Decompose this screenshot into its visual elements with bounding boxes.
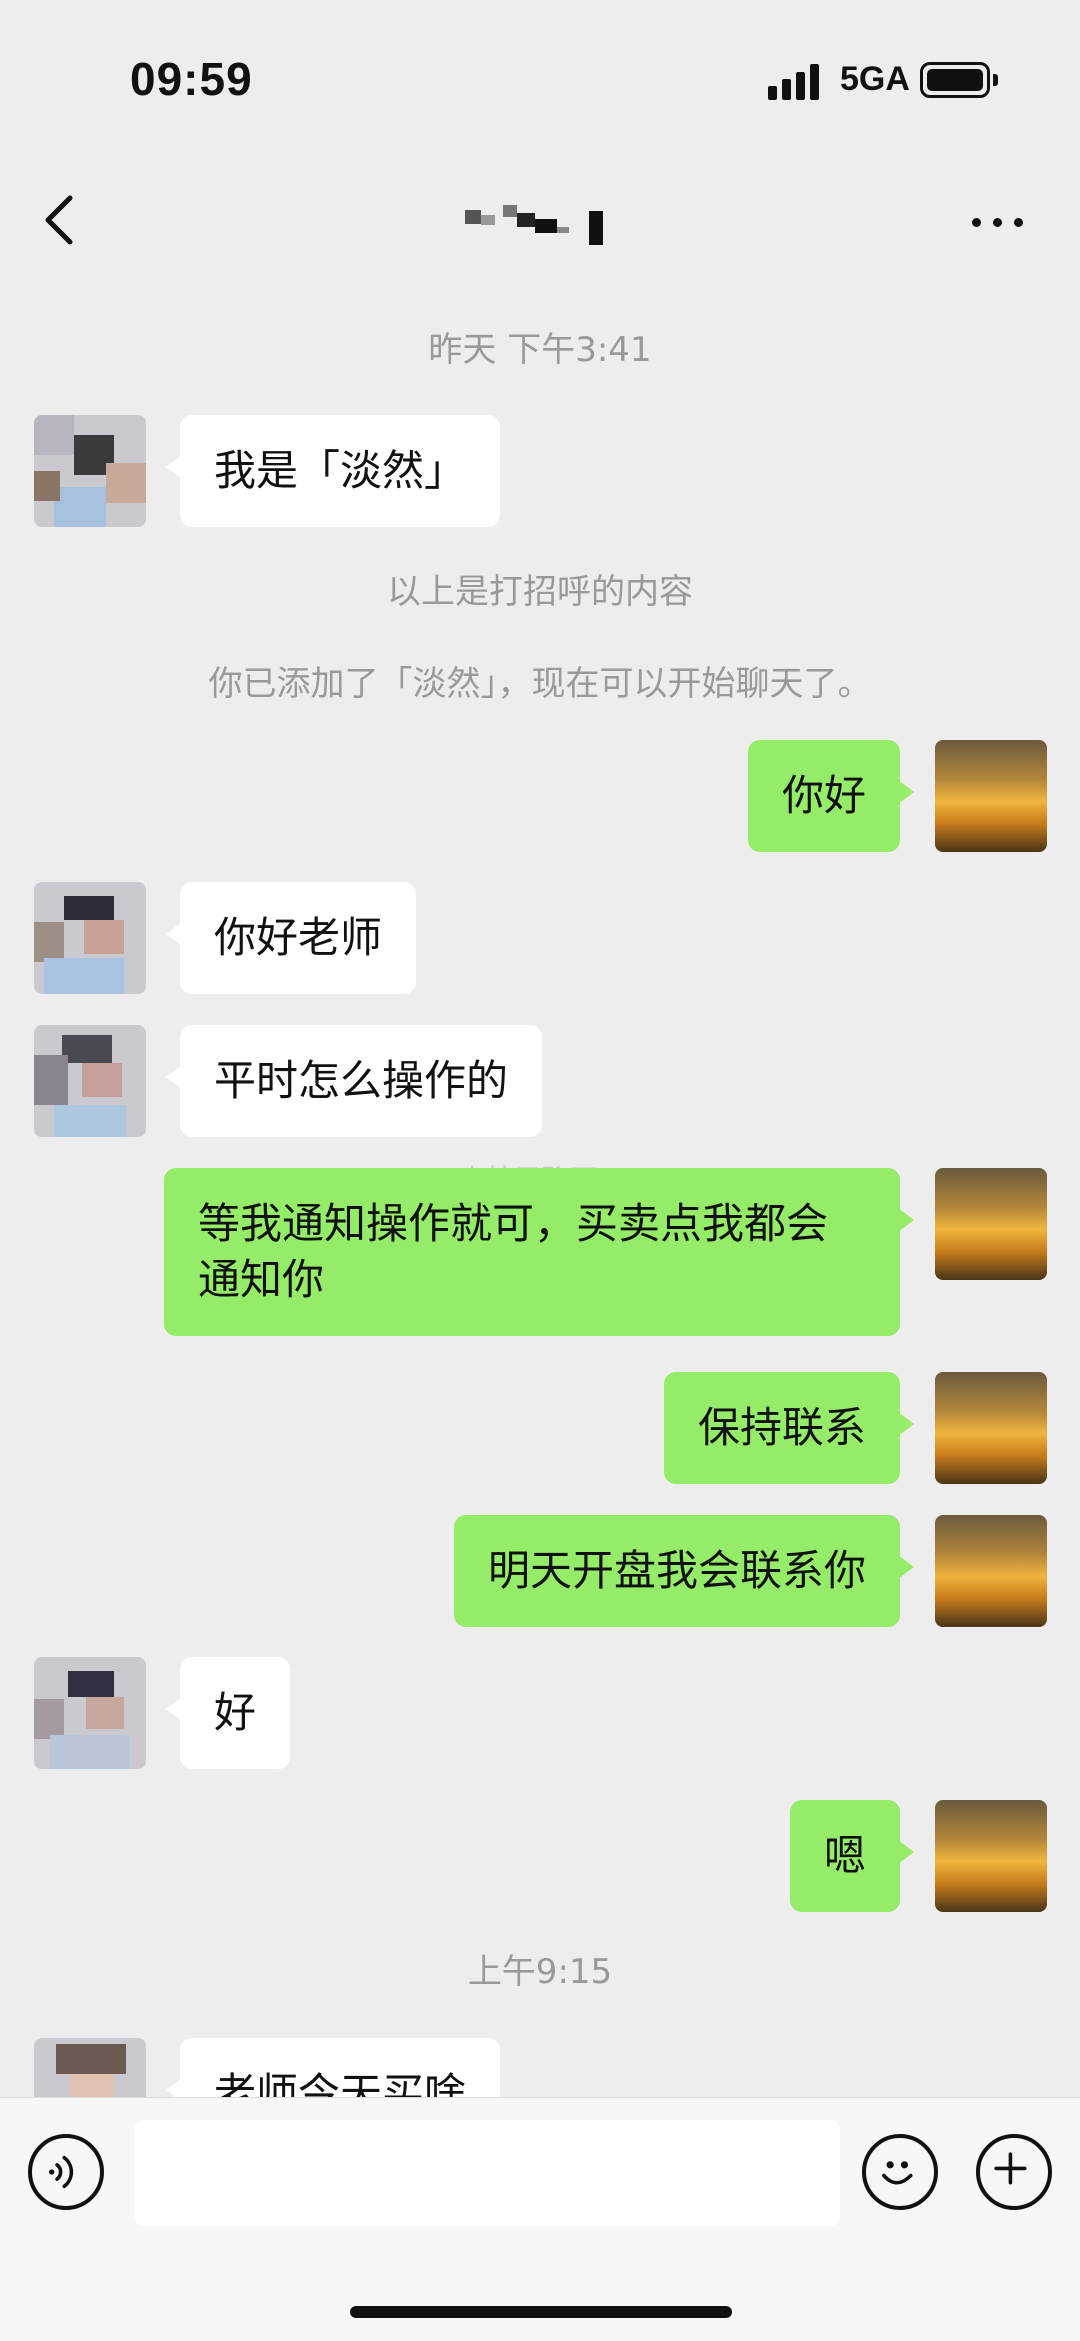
avatar-contact[interactable] <box>34 882 146 994</box>
avatar-contact[interactable] <box>34 1025 146 1137</box>
message-bubble-incoming[interactable]: 我是「淡然」 <box>165 415 501 527</box>
avatar-self[interactable] <box>935 1515 1047 1627</box>
emoji-icon[interactable] <box>862 2134 938 2210</box>
message-bubble-outgoing[interactable]: 嗯 <box>789 1800 915 1912</box>
status-time: 09:59 <box>130 53 253 105</box>
message-input[interactable] <box>134 2120 840 2226</box>
more-dot-icon <box>972 218 981 227</box>
avatar-contact[interactable] <box>34 415 146 527</box>
avatar-self[interactable] <box>935 1168 1047 1280</box>
system-message: 以上是打招呼的内容 <box>387 572 693 612</box>
back-chevron-icon[interactable] <box>36 190 86 250</box>
more-dot-icon <box>993 218 1002 227</box>
avatar-self[interactable] <box>935 740 1047 852</box>
timestamp: 昨天 下午3:41 <box>428 330 652 370</box>
title-mosaic <box>465 205 603 245</box>
signal-icon <box>768 64 819 100</box>
avatar-self[interactable] <box>935 1372 1047 1484</box>
status-bar: 09:59 5GA <box>0 0 1080 150</box>
timestamp: 上午9:15 <box>467 1952 613 1992</box>
message-bubble-outgoing[interactable]: 等我通知操作就可，买卖点我都会通知你 <box>164 1168 914 1336</box>
message-bubble-outgoing[interactable]: 你好 <box>747 740 915 852</box>
plus-icon[interactable] <box>976 2134 1052 2210</box>
input-bar <box>0 2097 1080 2341</box>
chat-title <box>465 205 615 245</box>
voice-icon[interactable] <box>28 2134 104 2210</box>
more-dot-icon <box>1014 218 1023 227</box>
message-bubble-incoming[interactable]: 你好老师 <box>165 882 417 994</box>
avatar-self[interactable] <box>935 1800 1047 1912</box>
home-indicator[interactable] <box>350 2306 732 2318</box>
battery-icon <box>920 62 990 98</box>
more-options-button[interactable] <box>968 205 1028 235</box>
system-message: 你已添加了「淡然」，现在可以开始聊天了。 <box>208 664 872 704</box>
network-label: 5GA <box>840 60 910 98</box>
avatar-contact[interactable] <box>34 1657 146 1769</box>
message-bubble-incoming[interactable]: 好 <box>165 1657 291 1769</box>
message-bubble-outgoing[interactable]: 保持联系 <box>663 1372 915 1484</box>
battery-cap <box>993 74 998 86</box>
nav-bar <box>0 150 1080 290</box>
message-bubble-outgoing[interactable]: 明天开盘我会联系你 <box>453 1515 915 1627</box>
message-bubble-incoming[interactable]: 平时怎么操作的 <box>165 1025 543 1137</box>
